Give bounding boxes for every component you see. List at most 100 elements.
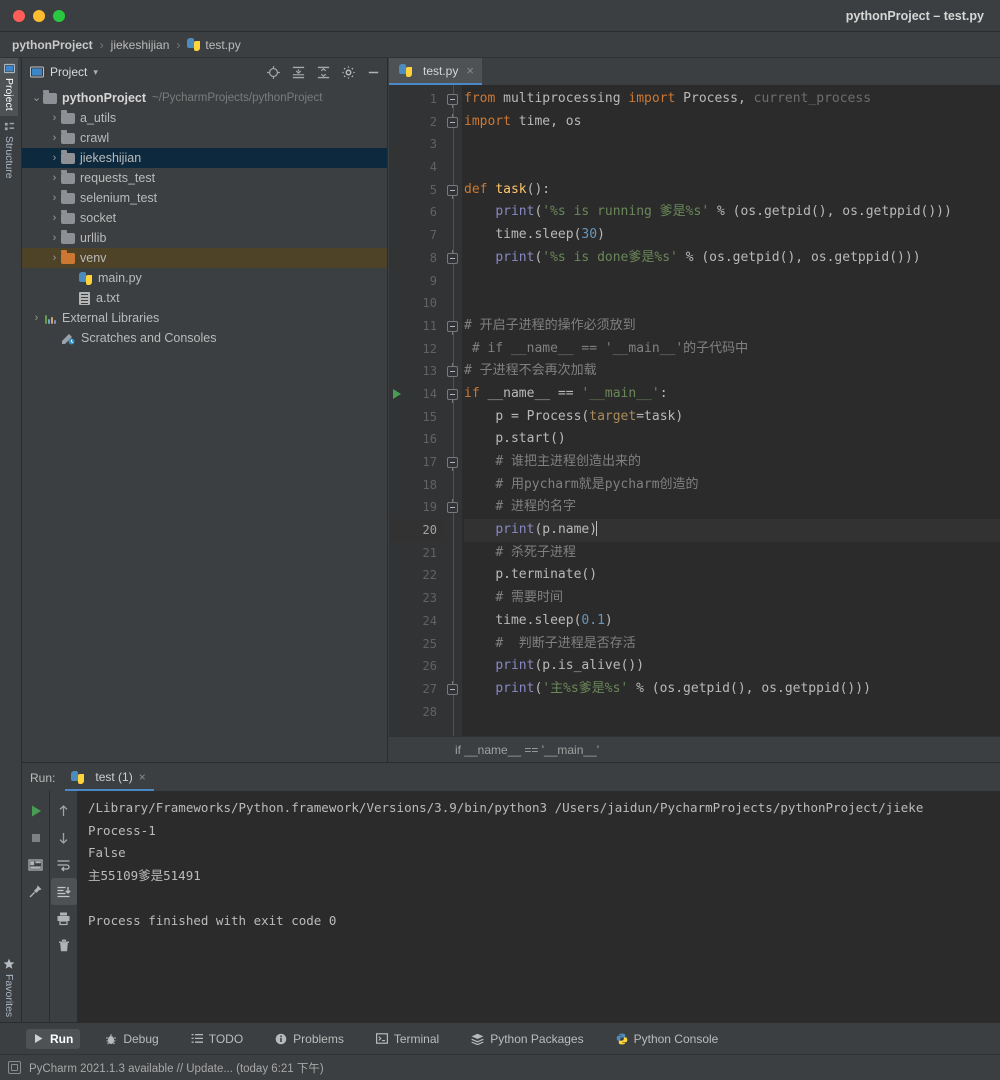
close-window-button[interactable] xyxy=(13,9,25,22)
code-line[interactable]: time.sleep(0.1) xyxy=(464,610,1000,633)
tree-row-socket[interactable]: › socket xyxy=(22,208,387,228)
code-line[interactable]: import time, os xyxy=(464,111,1000,134)
tree-row-selenium-test[interactable]: › selenium_test xyxy=(22,188,387,208)
code-line[interactable]: p.terminate() xyxy=(464,564,1000,587)
clear-all-button[interactable] xyxy=(51,932,77,959)
bottom-tab-todo[interactable]: TODO xyxy=(184,1029,250,1049)
code-line[interactable]: # 杀死子进程 xyxy=(464,542,1000,565)
breadcrumb-item-folder[interactable]: jiekeshijian xyxy=(111,38,170,52)
tree-row-crawl[interactable]: › crawl xyxy=(22,128,387,148)
fold-region-end-icon[interactable] xyxy=(447,363,458,378)
code-folding-gutter[interactable] xyxy=(445,85,462,736)
run-console-output[interactable]: /Library/Frameworks/Python.framework/Ver… xyxy=(78,791,1000,1022)
bottom-tab-run[interactable]: Run xyxy=(26,1028,81,1049)
chevron-right-icon[interactable]: › xyxy=(48,232,61,244)
code-line[interactable]: def task(): xyxy=(464,179,1000,202)
code-line[interactable]: print('主%s爹是%s' % (os.getpid(), os.getpp… xyxy=(464,678,1000,701)
code-line[interactable]: if __name__ == '__main__': xyxy=(464,383,1000,406)
code-line[interactable]: # 开启子进程的操作必须放到 xyxy=(464,315,1000,338)
rail-tab-favorites[interactable]: Favorites xyxy=(0,953,18,1022)
code-line[interactable]: time.sleep(30) xyxy=(464,224,1000,247)
code-line[interactable] xyxy=(464,270,1000,293)
fold-collapse-icon[interactable] xyxy=(447,320,458,335)
close-icon[interactable]: × xyxy=(139,770,146,784)
fold-region-end-icon[interactable] xyxy=(447,113,458,128)
chevron-right-icon[interactable]: › xyxy=(48,192,61,204)
fold-region-end-icon[interactable] xyxy=(447,249,458,264)
rerun-button[interactable] xyxy=(23,797,49,824)
tree-row-main-py[interactable]: main.py xyxy=(22,268,387,288)
bottom-tab-python-console[interactable]: Python Console xyxy=(609,1029,726,1049)
tree-row-requests-test[interactable]: › requests_test xyxy=(22,168,387,188)
chevron-right-icon[interactable]: › xyxy=(48,152,61,164)
down-button[interactable] xyxy=(51,824,77,851)
code-line[interactable]: # 谁把主进程创造出来的 xyxy=(464,451,1000,474)
fold-cell[interactable] xyxy=(445,179,462,202)
fold-region-end-icon[interactable] xyxy=(447,680,458,695)
rail-tab-structure[interactable]: Structure xyxy=(0,116,18,184)
code-line[interactable] xyxy=(464,133,1000,156)
chevron-right-icon[interactable]: › xyxy=(48,132,61,144)
rail-tab-project[interactable]: Project xyxy=(0,58,18,116)
run-line-marker-icon[interactable] xyxy=(393,389,401,400)
chevron-down-icon[interactable]: ▾ xyxy=(93,67,98,78)
scroll-to-end-button[interactable] xyxy=(50,878,77,905)
fold-cell[interactable] xyxy=(445,88,462,111)
code-line[interactable]: print('%s is done爹是%s' % (os.getpid(), o… xyxy=(464,247,1000,270)
code-line[interactable]: # 需要时间 xyxy=(464,587,1000,610)
fold-cell[interactable] xyxy=(445,383,462,406)
minimize-window-button[interactable] xyxy=(33,9,45,22)
code-line[interactable]: p = Process(target=task) xyxy=(464,406,1000,429)
fold-collapse-icon[interactable] xyxy=(447,94,458,108)
tree-row-a-utils[interactable]: › a_utils xyxy=(22,108,387,128)
code-line[interactable]: # 用pycharm就是pycharm创造的 xyxy=(464,474,1000,497)
chevron-right-icon[interactable]: › xyxy=(48,212,61,224)
code-line[interactable] xyxy=(464,156,1000,179)
settings-gear-icon[interactable] xyxy=(341,65,356,80)
code-line[interactable]: p.start() xyxy=(464,428,1000,451)
status-message[interactable]: PyCharm 2021.1.3 available // Update... … xyxy=(29,1060,324,1076)
code-line[interactable]: print('%s is running 爹是%s' % (os.getpid(… xyxy=(464,201,1000,224)
fold-region-end-icon[interactable] xyxy=(447,499,458,514)
bottom-tab-debug[interactable]: Debug xyxy=(98,1029,165,1049)
fold-cell[interactable] xyxy=(445,451,462,474)
chevron-right-icon[interactable]: › xyxy=(30,312,43,324)
code-line[interactable]: # 判断子进程是否存活 xyxy=(464,633,1000,656)
hide-panel-icon[interactable] xyxy=(366,65,381,80)
maximize-window-button[interactable] xyxy=(53,9,65,22)
fold-collapse-icon[interactable] xyxy=(447,388,458,403)
tree-row-scratches-and-consoles[interactable]: Scratches and Consoles xyxy=(22,328,387,348)
code-editor[interactable]: 1 2 3 4 5 6 7 8 9 10 11 12 13 14 15 16 17 18 19 20 21 22 23 24 2… xyxy=(389,85,1000,736)
fold-cell[interactable] xyxy=(445,360,462,383)
restore-layout-button[interactable] xyxy=(23,851,49,878)
tree-row-external-libraries[interactable]: › External Libraries xyxy=(22,308,387,328)
bottom-tab-terminal[interactable]: Terminal xyxy=(369,1029,446,1049)
fold-collapse-icon[interactable] xyxy=(447,184,458,199)
expand-all-icon[interactable] xyxy=(291,65,306,80)
code-line[interactable]: print(p.name) xyxy=(464,519,1000,542)
code-line[interactable]: from multiprocessing import Process, cur… xyxy=(464,88,1000,111)
code-line[interactable]: # 进程的名字 xyxy=(464,496,1000,519)
fold-cell[interactable] xyxy=(445,315,462,338)
collapse-all-icon[interactable] xyxy=(316,65,331,80)
tree-row-venv[interactable]: › venv xyxy=(22,248,387,268)
fold-collapse-icon[interactable] xyxy=(447,457,458,471)
close-icon[interactable]: × xyxy=(466,63,474,78)
print-button[interactable] xyxy=(51,905,77,932)
stop-button[interactable] xyxy=(23,824,49,851)
soft-wrap-button[interactable] xyxy=(51,851,77,878)
code-line[interactable]: print(p.is_alive()) xyxy=(464,655,1000,678)
fold-cell[interactable] xyxy=(445,678,462,701)
chevron-right-icon[interactable]: › xyxy=(48,112,61,124)
code-text[interactable]: from multiprocessing import Process, cur… xyxy=(462,85,1000,736)
chevron-right-icon[interactable]: › xyxy=(48,172,61,184)
code-line[interactable] xyxy=(464,292,1000,315)
editor-tab-test-py[interactable]: test.py × xyxy=(389,58,482,85)
project-tree[interactable]: ⌄ pythonProject ~/PycharmProjects/pythonPr… xyxy=(22,86,387,762)
tree-row-a-txt[interactable]: a.txt xyxy=(22,288,387,308)
chevron-right-icon[interactable]: › xyxy=(48,252,61,264)
code-line[interactable] xyxy=(464,701,1000,724)
code-line[interactable]: # if __name__ == '__main__'的子代码中 xyxy=(464,338,1000,361)
code-line[interactable]: # 子进程不会再次加载 xyxy=(464,360,1000,383)
fold-cell[interactable] xyxy=(445,496,462,519)
